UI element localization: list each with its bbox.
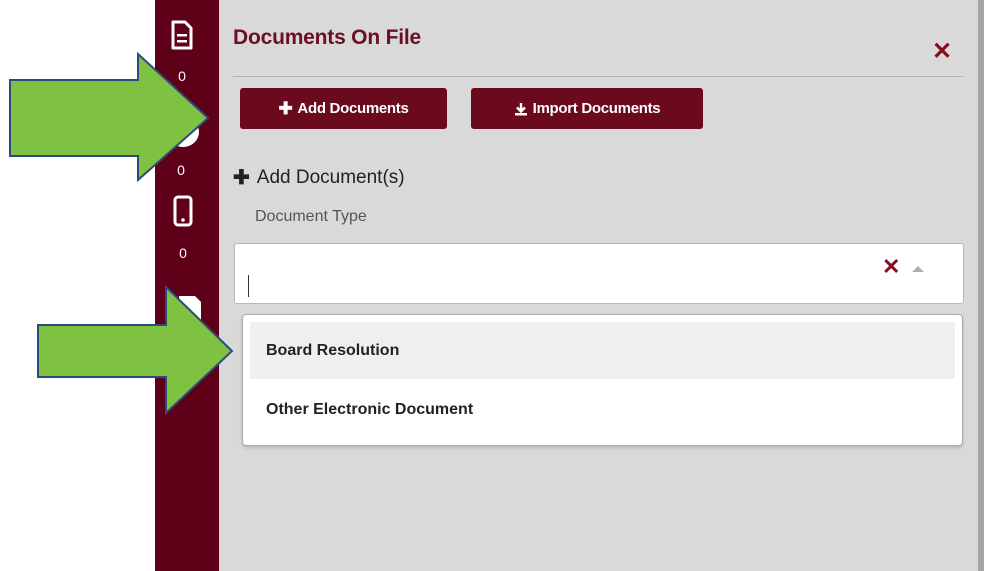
document-type-dropdown: Board Resolution Other Electronic Docume… bbox=[242, 314, 963, 446]
documents-panel: Documents On File ✕ ✚ Add Documents Impo… bbox=[219, 0, 978, 571]
scrollbar-track[interactable] bbox=[978, 0, 984, 571]
annotation-arrow-top bbox=[9, 52, 210, 182]
sidebar-count-mobile: 0 bbox=[179, 245, 187, 261]
close-icon[interactable]: ✕ bbox=[931, 40, 953, 64]
add-documents-section-title: ✚ Add Document(s) bbox=[233, 167, 405, 189]
document-type-select[interactable]: ✕ bbox=[234, 243, 964, 304]
annotation-arrow-bottom bbox=[37, 285, 234, 415]
plus-icon: ✚ bbox=[278, 99, 293, 118]
dropdown-option-other-electronic-document[interactable]: Other Electronic Document bbox=[250, 381, 955, 438]
panel-title: Documents On File bbox=[233, 26, 421, 49]
dropdown-option-board-resolution[interactable]: Board Resolution bbox=[250, 322, 955, 379]
document-type-label: Document Type bbox=[255, 208, 367, 225]
add-documents-button[interactable]: ✚ Add Documents bbox=[240, 88, 447, 129]
plus-icon: ✚ bbox=[233, 167, 250, 189]
download-icon bbox=[514, 102, 527, 115]
mobile-phone-icon bbox=[173, 195, 193, 227]
sidebar-item-mobile[interactable]: 0 bbox=[169, 195, 197, 267]
clear-selection-icon[interactable]: ✕ bbox=[882, 256, 900, 278]
chevron-up-icon[interactable] bbox=[912, 266, 924, 272]
title-divider bbox=[233, 76, 964, 77]
import-documents-button[interactable]: Import Documents bbox=[471, 88, 703, 129]
document-icon bbox=[171, 20, 193, 50]
section-title-text: Add Document(s) bbox=[256, 167, 405, 188]
add-documents-label: Add Documents bbox=[297, 100, 409, 117]
scrollbar[interactable] bbox=[978, 0, 995, 571]
import-documents-label: Import Documents bbox=[532, 100, 661, 117]
